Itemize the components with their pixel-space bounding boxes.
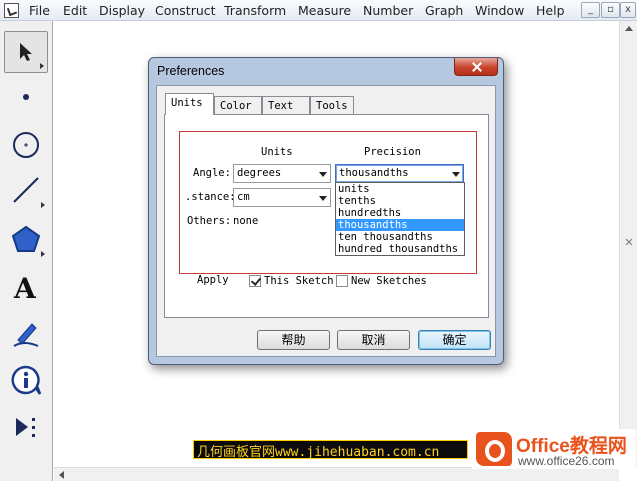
angle-label: Angle: (193, 167, 231, 179)
dialog-title: Preferences (157, 64, 225, 78)
angle-units-select[interactable]: degrees (233, 164, 331, 183)
point-icon (23, 94, 29, 100)
restore-button[interactable]: ▫ (601, 2, 620, 18)
menu-measure[interactable]: Measure (298, 3, 351, 18)
angle-units-value: degrees (237, 167, 282, 179)
precision-option[interactable]: units (336, 183, 464, 195)
cancel-button[interactable]: 取消 (337, 330, 410, 350)
compass-tool[interactable] (4, 124, 48, 166)
menu-number[interactable]: Number (363, 3, 413, 18)
distance-label: .stance: (185, 191, 236, 203)
menu-file[interactable]: File (29, 3, 50, 18)
line-segment-icon (13, 177, 39, 203)
chevron-down-icon (319, 196, 327, 201)
menu-help[interactable]: Help (536, 3, 565, 18)
vertical-scrollbar[interactable] (619, 21, 637, 467)
point-tool[interactable] (4, 76, 48, 118)
dialog-close-button[interactable] (454, 58, 498, 76)
distance-units-select[interactable]: cm (233, 188, 331, 207)
tab-units[interactable]: Units (165, 93, 214, 115)
chevron-down-icon (319, 172, 327, 177)
close-doc-button[interactable]: x (620, 2, 636, 18)
polygon-icon (11, 225, 41, 252)
menu-construct[interactable]: Construct (155, 3, 216, 18)
office-logo-watermark: Office教程网 www.office26.com (472, 429, 636, 469)
arrow-cursor-icon (20, 43, 32, 61)
circle-icon (13, 132, 39, 158)
precision-column-header: Precision (364, 146, 421, 158)
text-icon: A (13, 272, 37, 302)
tab-text[interactable]: Text (262, 96, 310, 115)
angle-precision-select[interactable]: thousandths (335, 164, 464, 183)
precision-option[interactable]: ten thousandths (336, 231, 464, 243)
dialog-client-area: Units Color Text Tools Units Precision A… (156, 85, 496, 357)
this-sketch-checkbox[interactable] (249, 275, 261, 287)
precision-dropdown-list: units tenths hundredths thousandths ten … (335, 182, 465, 256)
office-url-text: www.office26.com (518, 454, 615, 468)
toolbox: A (0, 21, 53, 481)
chevron-down-icon (452, 172, 460, 177)
others-label: Others: (187, 215, 232, 227)
horizontal-scrollbar[interactable] (54, 467, 619, 481)
info-icon (11, 365, 42, 395)
precision-option-selected[interactable]: thousandths (336, 219, 464, 231)
help-button[interactable]: 帮助 (257, 330, 330, 350)
angle-precision-value: thousandths (339, 167, 409, 179)
menu-display[interactable]: Display (99, 3, 145, 18)
watermark-banner: 几何画板官网www.jihehuaban.com.cn (193, 440, 468, 460)
apply-label: Apply (197, 274, 229, 286)
tab-tools[interactable]: Tools (310, 96, 354, 115)
marker-pen-icon (13, 323, 39, 347)
text-tool[interactable]: A (4, 266, 48, 308)
minimize-button[interactable]: _ (581, 2, 600, 18)
information-tool[interactable] (4, 359, 48, 401)
menu-window[interactable]: Window (475, 3, 524, 18)
marker-tool[interactable] (4, 313, 48, 355)
others-value: none (233, 215, 259, 227)
preferences-dialog: Preferences Units Color Text Tools Units… (148, 57, 504, 365)
precision-option[interactable]: hundredths (336, 207, 464, 219)
ok-button[interactable]: 确定 (418, 330, 491, 350)
app-icon[interactable] (4, 3, 19, 18)
this-sketch-label: This Sketch (264, 275, 334, 287)
straightedge-tool[interactable] (4, 169, 48, 211)
svg-text:A: A (13, 272, 37, 302)
menu-transform[interactable]: Transform (224, 3, 286, 18)
menu-bar: File Edit Display Construct Transform Me… (0, 0, 637, 21)
scroll-arrows-icon (625, 26, 633, 246)
menu-graph[interactable]: Graph (425, 3, 463, 18)
polygon-tool[interactable] (4, 218, 48, 260)
selection-arrow-tool[interactable] (4, 31, 48, 73)
units-tab-panel: Units Precision Angle: degrees thousandt… (164, 114, 489, 318)
units-column-header: Units (261, 146, 293, 158)
menu-edit[interactable]: Edit (63, 3, 87, 18)
precision-option[interactable]: tenths (336, 195, 464, 207)
office-logo-icon (476, 432, 512, 466)
tab-color[interactable]: Color (214, 96, 262, 115)
precision-option[interactable]: hundred thousandths (336, 243, 464, 255)
new-sketches-label: New Sketches (351, 275, 427, 287)
hscroll-arrows-icon (59, 471, 64, 479)
custom-tools-tool[interactable] (4, 406, 48, 448)
play-menu-icon (16, 418, 35, 437)
distance-units-value: cm (237, 191, 250, 203)
watermark-banner-text: 几何画板官网www.jihehuaban.com.cn (197, 445, 440, 460)
new-sketches-checkbox[interactable] (336, 275, 348, 287)
